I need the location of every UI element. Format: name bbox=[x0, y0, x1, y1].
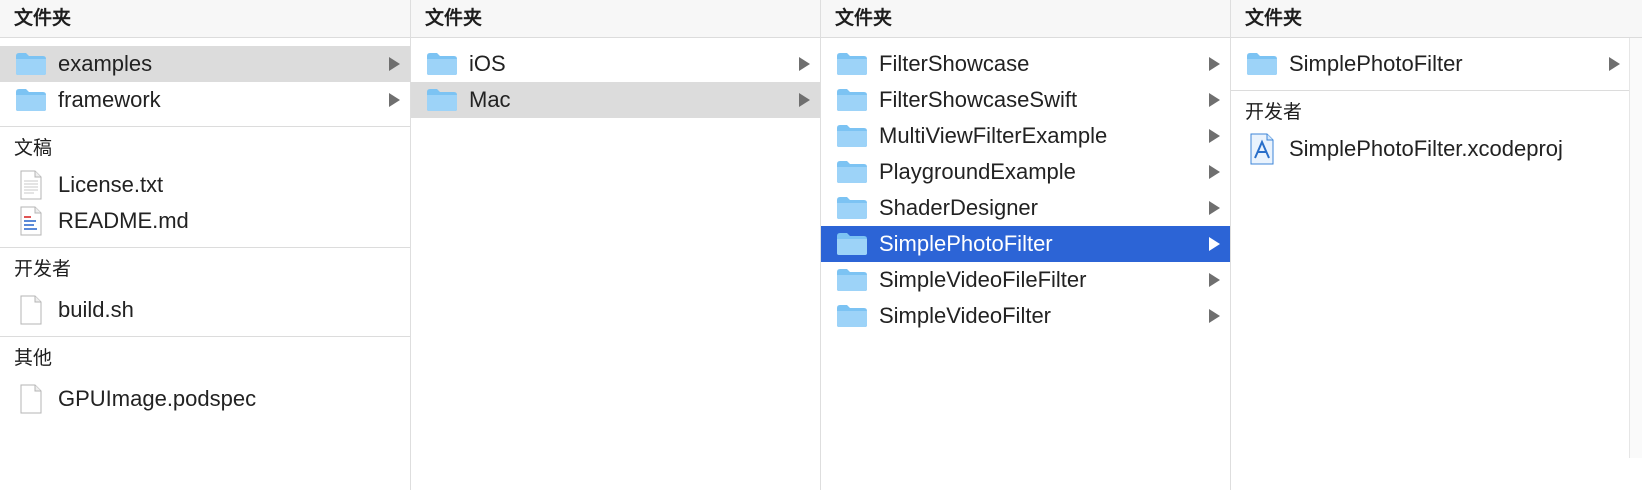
folder-icon bbox=[14, 86, 48, 114]
markdown-file-icon bbox=[14, 206, 48, 236]
folder-icon bbox=[835, 122, 869, 150]
row-label: License.txt bbox=[58, 172, 164, 197]
vertical-scrollbar[interactable] bbox=[1629, 38, 1642, 458]
folder-row-filtershowcaseswift[interactable]: FilterShowcaseSwift bbox=[821, 82, 1230, 118]
row-label: Mac bbox=[469, 87, 511, 112]
row-label: framework bbox=[58, 87, 161, 112]
disclosure-arrow-icon bbox=[1209, 237, 1220, 251]
file-row-podspec[interactable]: GPUImage.podspec bbox=[0, 381, 410, 417]
column-1[interactable]: 文件夹 examples framework 文稿 License.txt RE… bbox=[0, 0, 411, 490]
disclosure-arrow-icon bbox=[1209, 93, 1220, 107]
column-3[interactable]: 文件夹 FilterShowcase FilterShowcaseSwift M… bbox=[821, 0, 1231, 490]
disclosure-arrow-icon bbox=[1209, 201, 1220, 215]
section-header: 文件夹 bbox=[1231, 0, 1642, 38]
section-header: 开发者 bbox=[0, 247, 410, 288]
file-row-build[interactable]: build.sh bbox=[0, 292, 410, 328]
folder-icon bbox=[835, 86, 869, 114]
folder-row-mac[interactable]: Mac bbox=[411, 82, 820, 118]
disclosure-arrow-icon bbox=[1209, 57, 1220, 71]
folder-icon bbox=[835, 194, 869, 222]
disclosure-arrow-icon bbox=[1209, 129, 1220, 143]
folder-row-ios[interactable]: iOS bbox=[411, 46, 820, 82]
folder-icon bbox=[14, 50, 48, 78]
folder-row-simplevideofilefilter[interactable]: SimpleVideoFileFilter bbox=[821, 262, 1230, 298]
section-header: 文件夹 bbox=[411, 0, 820, 38]
section-header: 文件夹 bbox=[821, 0, 1230, 38]
row-label: GPUImage.podspec bbox=[58, 386, 257, 411]
column-4[interactable]: 文件夹 SimplePhotoFilter 开发者 SimplePhotoFil… bbox=[1231, 0, 1642, 490]
folder-icon bbox=[835, 50, 869, 78]
row-label: SimplePhotoFilter.xcodeproj bbox=[1289, 136, 1563, 161]
blank-file-icon bbox=[14, 295, 48, 325]
row-label: SimpleVideoFileFilter bbox=[879, 267, 1087, 292]
disclosure-arrow-icon bbox=[389, 93, 400, 107]
section-header: 文稿 bbox=[0, 126, 410, 167]
row-label: README.md bbox=[58, 208, 189, 233]
folder-icon bbox=[425, 86, 459, 114]
row-label: SimpleVideoFilter bbox=[879, 303, 1052, 328]
folder-row-examples[interactable]: examples bbox=[0, 46, 410, 82]
row-label: FilterShowcase bbox=[879, 51, 1030, 76]
disclosure-arrow-icon bbox=[799, 57, 810, 71]
folder-row-multiviewfilterexample[interactable]: MultiViewFilterExample bbox=[821, 118, 1230, 154]
folder-icon bbox=[425, 50, 459, 78]
folder-row-shaderdesigner[interactable]: ShaderDesigner bbox=[821, 190, 1230, 226]
file-row-xcodeproj[interactable]: SimplePhotoFilter.xcodeproj bbox=[1231, 131, 1642, 167]
section-header: 开发者 bbox=[1231, 90, 1642, 131]
row-label: MultiViewFilterExample bbox=[879, 123, 1108, 148]
row-label: build.sh bbox=[58, 297, 134, 322]
row-label: iOS bbox=[469, 51, 506, 76]
file-row-readme[interactable]: README.md bbox=[0, 203, 410, 239]
disclosure-arrow-icon bbox=[799, 93, 810, 107]
text-file-icon bbox=[14, 170, 48, 200]
row-label: SimplePhotoFilter bbox=[879, 231, 1053, 256]
folder-row-simplephotofilter-inner[interactable]: SimplePhotoFilter bbox=[1231, 46, 1630, 82]
column-browser: 文件夹 examples framework 文稿 License.txt RE… bbox=[0, 0, 1642, 490]
row-label: ShaderDesigner bbox=[879, 195, 1038, 220]
column-2[interactable]: 文件夹 iOS Mac bbox=[411, 0, 821, 490]
folder-icon bbox=[835, 158, 869, 186]
folder-icon bbox=[835, 302, 869, 330]
folder-icon bbox=[835, 230, 869, 258]
row-label: SimplePhotoFilter bbox=[1289, 51, 1463, 76]
disclosure-arrow-icon bbox=[1209, 309, 1220, 323]
file-row-license[interactable]: License.txt bbox=[0, 167, 410, 203]
folder-row-framework[interactable]: framework bbox=[0, 82, 410, 118]
disclosure-arrow-icon bbox=[1209, 273, 1220, 287]
row-label: FilterShowcaseSwift bbox=[879, 87, 1078, 112]
blank-file-icon bbox=[14, 384, 48, 414]
section-header: 其他 bbox=[0, 336, 410, 377]
disclosure-arrow-icon bbox=[1209, 165, 1220, 179]
row-label: examples bbox=[58, 51, 153, 76]
folder-row-filtershowcase[interactable]: FilterShowcase bbox=[821, 46, 1230, 82]
row-label: PlaygroundExample bbox=[879, 159, 1076, 184]
disclosure-arrow-icon bbox=[389, 57, 400, 71]
folder-icon bbox=[1245, 50, 1279, 78]
xcodeproj-icon bbox=[1245, 133, 1279, 165]
folder-row-simplevideofilter[interactable]: SimpleVideoFilter bbox=[821, 298, 1230, 334]
folder-row-playgroundexample[interactable]: PlaygroundExample bbox=[821, 154, 1230, 190]
folder-icon bbox=[835, 266, 869, 294]
section-header: 文件夹 bbox=[0, 0, 410, 38]
folder-row-simplephotofilter[interactable]: SimplePhotoFilter bbox=[821, 226, 1230, 262]
disclosure-arrow-icon bbox=[1609, 57, 1620, 71]
